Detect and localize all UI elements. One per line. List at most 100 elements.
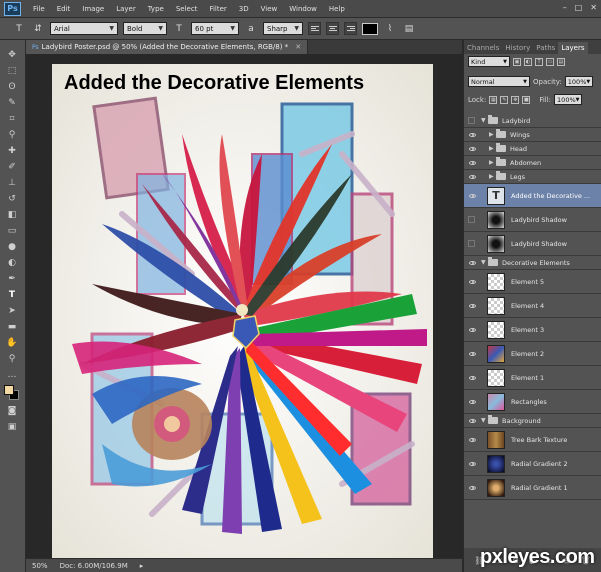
expand-open-icon[interactable]: ▼ [481,259,488,266]
minimize-icon[interactable]: – [563,3,567,12]
visibility-eye-icon[interactable] [467,301,477,311]
layer-row[interactable]: Radial Gradient 2 [464,452,601,476]
visibility-eye-icon[interactable] [467,277,477,287]
status-menu-icon[interactable]: ▸ [140,562,144,570]
eyedropper-tool-icon[interactable]: ⚲ [4,128,20,141]
type-filter-icon[interactable]: T [535,57,543,66]
warp-text-icon[interactable]: ⌇ [383,22,397,36]
close-icon[interactable]: ✕ [590,3,597,12]
visibility-eye-icon[interactable] [467,483,477,493]
menu-file[interactable]: File [27,5,51,13]
clone-stamp-tool-icon[interactable]: ⊥ [4,176,20,189]
lock-transparent-icon[interactable]: ▦ [489,95,498,104]
tab-channels[interactable]: Channels [464,42,502,54]
tab-layers[interactable]: Layers [558,42,588,54]
expand-closed-icon[interactable]: ▶ [489,159,496,166]
visibility-eye-icon[interactable] [467,459,477,469]
canvas-area[interactable]: Added the Decorative Elements [26,54,462,558]
font-family-select[interactable]: Arial ▼ [50,22,118,35]
align-left-button[interactable] [308,22,321,35]
blur-tool-icon[interactable]: ● [4,240,20,253]
antialias-select[interactable]: Sharp ▼ [263,22,303,35]
layer-row[interactable]: ▼ Decorative Elements [464,256,601,270]
menu-type[interactable]: Type [142,5,170,13]
visibility-eye-icon[interactable] [467,397,477,407]
layer-row[interactable]: ▼ Background [464,414,601,428]
menu-view[interactable]: View [255,5,284,13]
dodge-tool-icon[interactable]: ◐ [4,256,20,269]
expand-open-icon[interactable]: ▼ [481,417,488,424]
layer-row[interactable]: ▶ Abdomen [464,156,601,170]
layer-row[interactable]: Element 2 [464,342,601,366]
foreground-color-swatch[interactable] [4,385,14,395]
visibility-eye-icon[interactable] [467,373,477,383]
font-style-select[interactable]: Bold ▼ [123,22,167,35]
history-brush-tool-icon[interactable]: ↺ [4,192,20,205]
crop-tool-icon[interactable]: ⌗ [4,112,20,125]
document-tab[interactable]: Ps Ladybird Poster.psd @ 50% (Added the … [26,40,309,54]
close-icon[interactable]: ✕ [295,43,301,51]
visibility-eye-icon[interactable] [467,158,477,168]
layer-row[interactable]: Tree Bark Texture [464,428,601,452]
opacity-input[interactable]: 100% ▼ [564,76,593,87]
layer-row[interactable]: ▶ Wings [464,128,601,142]
visibility-off-icon[interactable] [468,240,475,247]
blend-mode-select[interactable]: Normal ▼ [468,76,530,87]
layer-row[interactable]: Ladybird Shadow [464,208,601,232]
visibility-eye-icon[interactable] [467,172,477,182]
move-tool-icon[interactable]: ✥ [4,48,20,61]
layer-row[interactable]: Radial Gradient 1 [464,476,601,500]
expand-closed-icon[interactable]: ▶ [489,131,496,138]
layer-row[interactable]: ▶ Head [464,142,601,156]
align-right-button[interactable] [344,22,357,35]
brush-tool-icon[interactable]: ✐ [4,160,20,173]
menu-select[interactable]: Select [170,5,204,13]
lasso-tool-icon[interactable]: ʘ [4,80,20,93]
pen-tool-icon[interactable]: ✒ [4,272,20,285]
lock-all-icon[interactable]: ■ [522,95,531,104]
shape-filter-icon[interactable]: ▭ [546,57,554,66]
lock-position-icon[interactable]: ✥ [511,95,520,104]
text-color-swatch[interactable] [362,22,378,35]
more-tools-icon[interactable]: … [4,368,20,381]
visibility-off-icon[interactable] [468,117,475,124]
menu-help[interactable]: Help [323,5,351,13]
layer-row[interactable]: ▼ Ladybird [464,114,601,128]
layer-row[interactable]: Element 3 [464,318,601,342]
visibility-eye-icon[interactable] [467,144,477,154]
layer-row[interactable]: Element 1 [464,366,601,390]
visibility-eye-icon[interactable] [467,435,477,445]
font-size-select[interactable]: 60 pt ▼ [191,22,239,35]
visibility-eye-icon[interactable] [467,416,477,426]
visibility-eye-icon[interactable] [467,191,477,201]
hand-tool-icon[interactable]: ✋ [4,336,20,349]
artboard[interactable]: Added the Decorative Elements [52,64,433,558]
visibility-eye-icon[interactable] [467,349,477,359]
expand-closed-icon[interactable]: ▶ [489,173,496,180]
rectangle-tool-icon[interactable]: ▬ [4,320,20,333]
zoom-level[interactable]: 50% [32,562,48,570]
tab-history[interactable]: History [502,42,533,54]
gradient-tool-icon[interactable]: ▭ [4,224,20,237]
menu-filter[interactable]: Filter [203,5,232,13]
layer-row[interactable]: Rectangles [464,390,601,414]
menu-edit[interactable]: Edit [51,5,77,13]
marquee-tool-icon[interactable]: ⬚ [4,64,20,77]
type-tool-icon[interactable]: T [12,22,26,36]
path-selection-tool-icon[interactable]: ➤ [4,304,20,317]
expand-closed-icon[interactable]: ▶ [489,145,496,152]
visibility-eye-icon[interactable] [467,130,477,140]
layer-row[interactable]: Ladybird Shadow [464,232,601,256]
menu-window[interactable]: Window [283,5,323,13]
menu-layer[interactable]: Layer [110,5,142,13]
lock-pixels-icon[interactable]: ✎ [500,95,509,104]
expand-open-icon[interactable]: ▼ [481,117,488,124]
menu-3d[interactable]: 3D [233,5,255,13]
fill-input[interactable]: 100% ▼ [554,94,583,105]
align-center-button[interactable] [326,22,339,35]
visibility-eye-icon[interactable] [467,258,477,268]
layer-row[interactable]: Element 4 [464,294,601,318]
visibility-eye-icon[interactable] [467,325,477,335]
text-orientation-icon[interactable]: ⇵ [31,22,45,36]
maximize-icon[interactable]: □ [575,3,583,12]
